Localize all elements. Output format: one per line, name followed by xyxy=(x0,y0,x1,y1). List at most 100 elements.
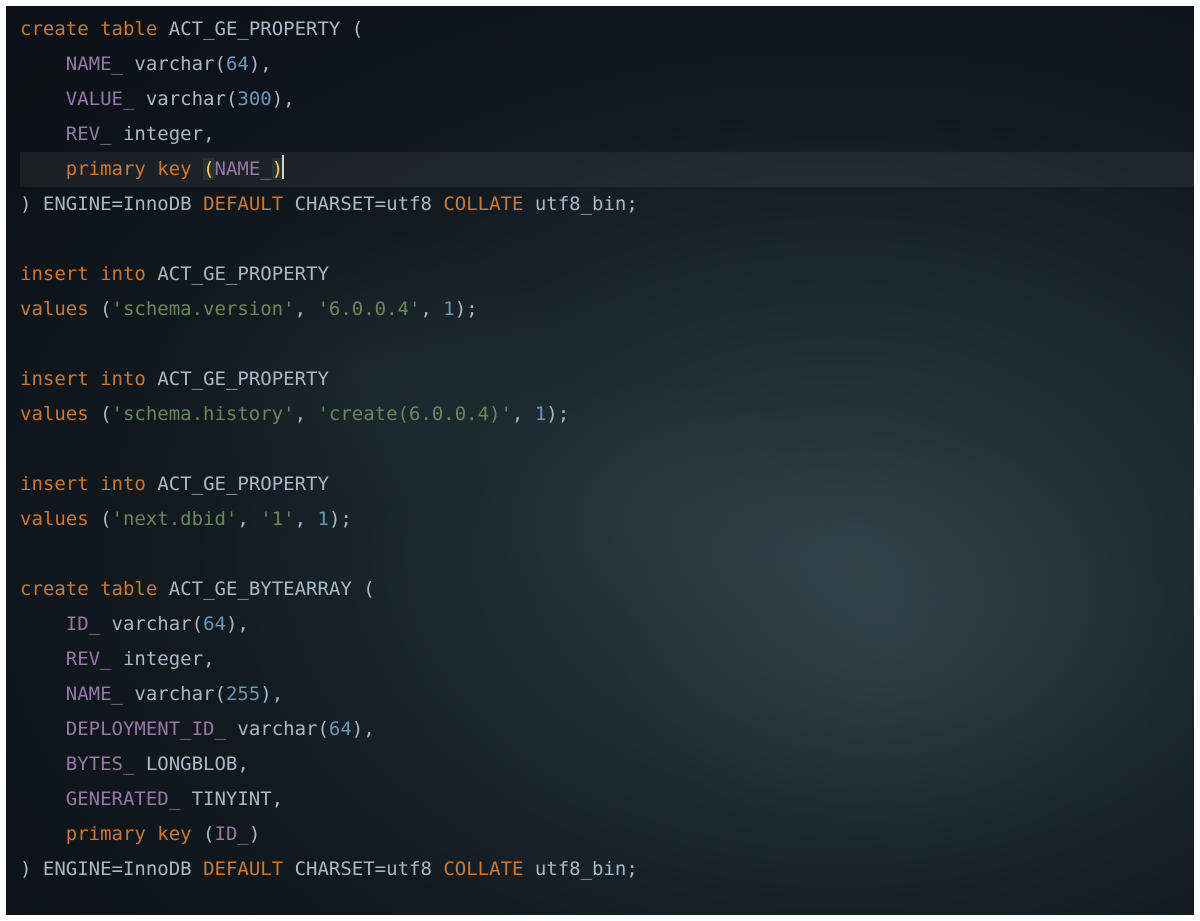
token-pn: , xyxy=(420,298,443,320)
token-hp: ( xyxy=(203,158,214,180)
token-pn: ), xyxy=(352,718,375,740)
token-id: ACT_GE_PROPERTY ( xyxy=(169,18,363,40)
token-pn: ( xyxy=(89,298,112,320)
code-line[interactable]: values ('next.dbid', '1', 1); xyxy=(20,502,1194,537)
token-type: varchar xyxy=(146,88,226,110)
token-str: '1' xyxy=(260,508,294,530)
token-pn: , xyxy=(295,298,318,320)
code-line[interactable]: primary key (NAME_) xyxy=(20,152,1194,187)
token-pn xyxy=(112,648,123,670)
code-line[interactable]: insert into ACT_GE_PROPERTY xyxy=(20,467,1194,502)
token-pn: , xyxy=(295,508,318,530)
token-num: 1 xyxy=(535,403,546,425)
token-pn: ), xyxy=(272,88,295,110)
token-pn xyxy=(146,368,157,390)
token-kw: primary key xyxy=(66,158,192,180)
token-kw: DEFAULT xyxy=(203,193,283,215)
token-id: utf8 xyxy=(386,858,443,880)
token-pn xyxy=(20,613,66,635)
token-col: VALUE_ xyxy=(66,88,135,110)
token-kw: DEFAULT xyxy=(203,858,283,880)
token-pn: ) xyxy=(20,193,43,215)
code-line[interactable] xyxy=(20,222,1194,257)
token-id: ENGINE xyxy=(43,193,112,215)
token-id: InnoDB xyxy=(123,193,203,215)
token-kw: values xyxy=(20,298,89,320)
token-id: ACT_GE_PROPERTY xyxy=(157,368,329,390)
token-id: ACT_GE_PROPERTY xyxy=(157,473,329,495)
token-pn xyxy=(20,88,66,110)
token-pn xyxy=(89,578,100,600)
token-pn xyxy=(134,88,145,110)
token-id: utf8_bin; xyxy=(535,858,638,880)
token-pn: ( xyxy=(89,403,112,425)
token-pn: ), xyxy=(249,53,272,75)
code-line[interactable]: DEPLOYMENT_ID_ varchar(64), xyxy=(20,712,1194,747)
token-id: TINYINT, xyxy=(192,788,284,810)
code-line[interactable]: GENERATED_ TINYINT, xyxy=(20,782,1194,817)
code-line[interactable]: insert into ACT_GE_PROPERTY xyxy=(20,362,1194,397)
token-kw: values xyxy=(20,508,89,530)
code-line[interactable]: REV_ integer, xyxy=(20,117,1194,152)
token-num: 64 xyxy=(203,613,226,635)
token-type: varchar xyxy=(237,718,317,740)
token-pn xyxy=(192,158,203,180)
token-pn xyxy=(20,788,66,810)
token-type: integer xyxy=(123,648,203,670)
token-pn xyxy=(112,123,123,145)
token-pn xyxy=(89,473,100,495)
token-pn: ( xyxy=(89,508,112,530)
token-col: GENERATED_ xyxy=(66,788,180,810)
code-line[interactable]: BYTES_ LONGBLOB, xyxy=(20,747,1194,782)
token-pn: , xyxy=(512,403,535,425)
token-pn xyxy=(123,683,134,705)
token-pn xyxy=(180,788,191,810)
token-pn: ( xyxy=(215,683,226,705)
code-line[interactable] xyxy=(20,537,1194,572)
token-pn: ), xyxy=(226,613,249,635)
code-line[interactable]: values ('schema.version', '6.0.0.4', 1); xyxy=(20,292,1194,327)
token-col: ID_ xyxy=(66,613,100,635)
code-editor[interactable]: create table ACT_GE_PROPERTY ( NAME_ var… xyxy=(6,6,1194,887)
code-line[interactable]: insert into ACT_GE_PROPERTY xyxy=(20,257,1194,292)
token-pn xyxy=(89,263,100,285)
token-type: integer xyxy=(123,123,203,145)
code-line[interactable]: ) ENGINE=InnoDB DEFAULT CHARSET=utf8 COL… xyxy=(20,187,1194,222)
code-line[interactable]: NAME_ varchar(255), xyxy=(20,677,1194,712)
token-kw: into xyxy=(100,473,146,495)
code-line[interactable]: REV_ integer, xyxy=(20,642,1194,677)
token-pn xyxy=(20,823,66,845)
token-str: '6.0.0.4' xyxy=(317,298,420,320)
code-line[interactable] xyxy=(20,327,1194,362)
token-id: utf8 xyxy=(386,193,443,215)
code-line[interactable] xyxy=(20,432,1194,467)
code-line[interactable]: ) ENGINE=InnoDB DEFAULT CHARSET=utf8 COL… xyxy=(20,852,1194,887)
token-id: ACT_GE_BYTEARRAY ( xyxy=(169,578,375,600)
token-kw: table xyxy=(100,578,157,600)
token-pn: ), xyxy=(260,683,283,705)
token-pn: = xyxy=(375,193,386,215)
code-line[interactable]: create table ACT_GE_BYTEARRAY ( xyxy=(20,572,1194,607)
code-line[interactable]: primary key (ID_) xyxy=(20,817,1194,852)
token-kw: into xyxy=(100,368,146,390)
token-pn: ( xyxy=(226,88,237,110)
token-num: 64 xyxy=(329,718,352,740)
token-type: varchar xyxy=(134,53,214,75)
code-line[interactable]: create table ACT_GE_PROPERTY ( xyxy=(20,12,1194,47)
token-pn: ( xyxy=(215,53,226,75)
code-line[interactable]: values ('schema.history', 'create(6.0.0.… xyxy=(20,397,1194,432)
code-line[interactable]: ID_ varchar(64), xyxy=(20,607,1194,642)
code-line[interactable]: VALUE_ varchar(300), xyxy=(20,82,1194,117)
token-pn: ( xyxy=(317,718,328,740)
token-str: 'schema.version' xyxy=(112,298,295,320)
token-pn xyxy=(283,193,294,215)
token-kw: insert xyxy=(20,368,89,390)
token-pn: , xyxy=(203,648,214,670)
token-pn: = xyxy=(112,858,123,880)
token-pn xyxy=(123,53,134,75)
token-pn xyxy=(89,368,100,390)
code-line[interactable]: NAME_ varchar(64), xyxy=(20,47,1194,82)
token-str: 'next.dbid' xyxy=(112,508,238,530)
token-num: 255 xyxy=(226,683,260,705)
token-kw: table xyxy=(100,18,157,40)
